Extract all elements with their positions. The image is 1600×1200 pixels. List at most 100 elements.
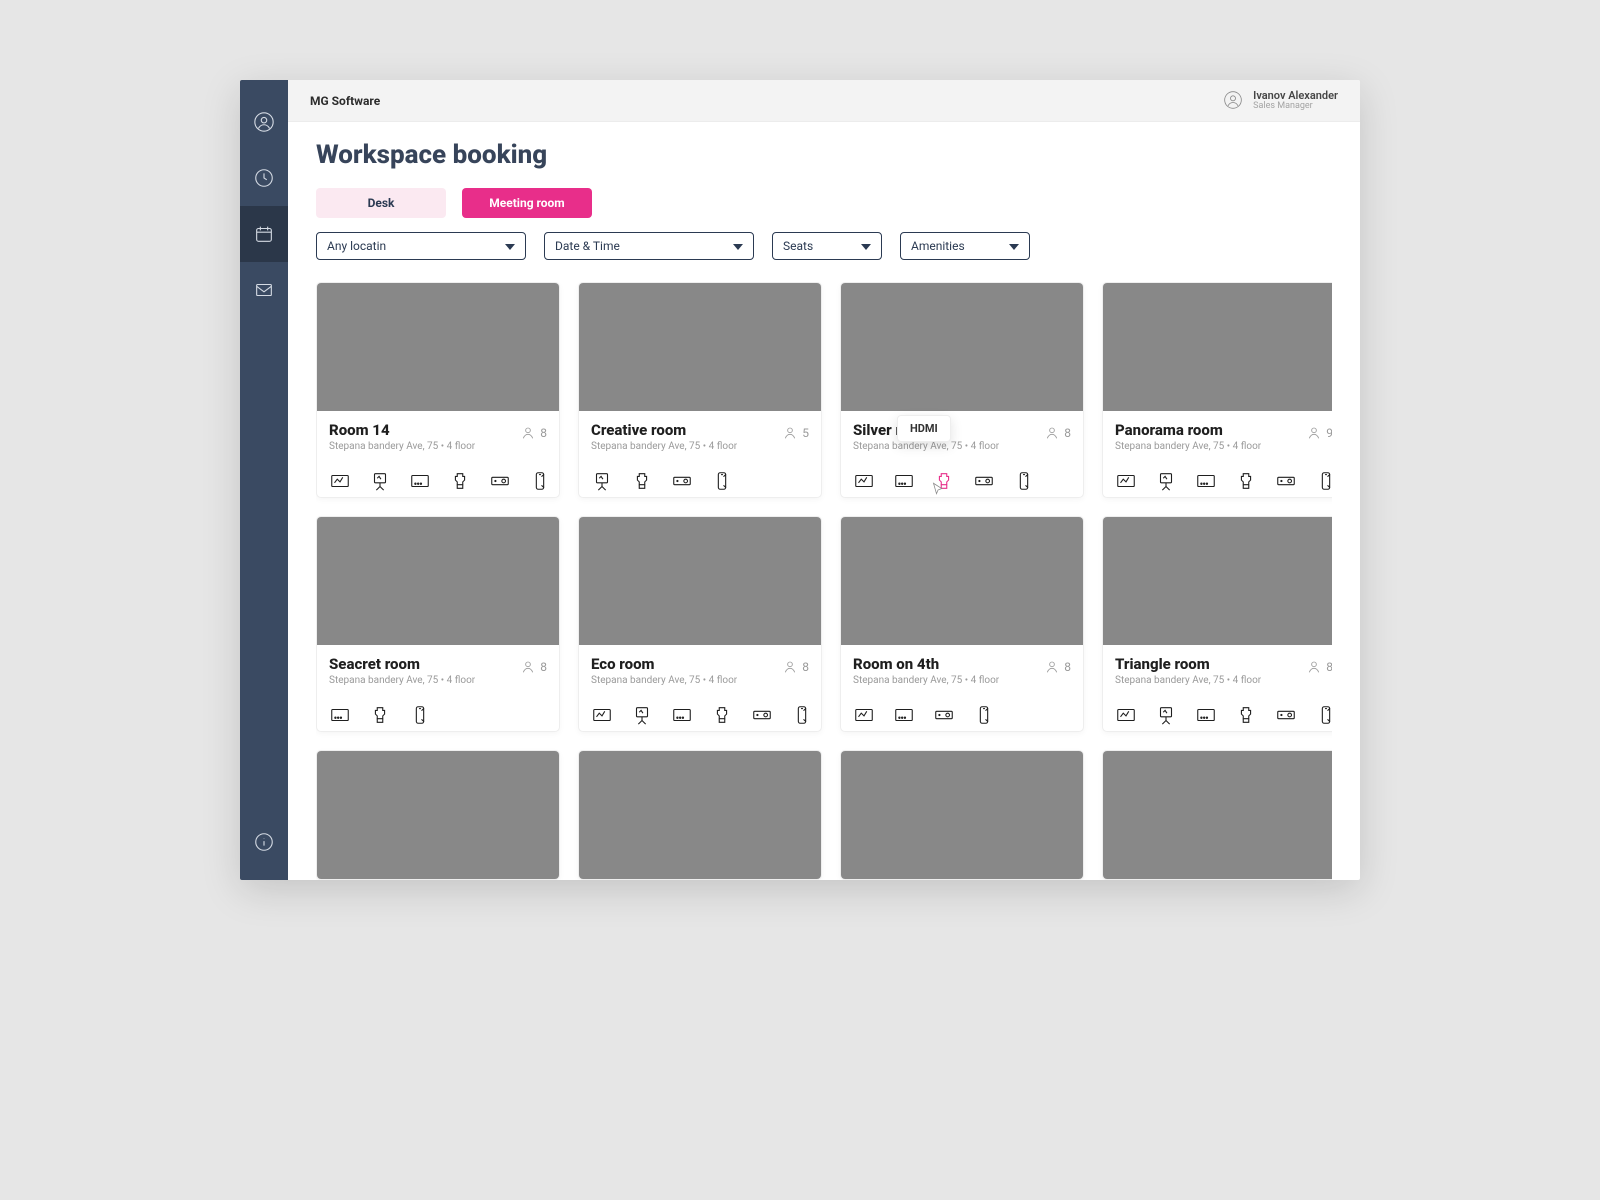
amenity-projector-icon[interactable] xyxy=(1275,470,1297,492)
app-window: MG Software Ivanov Alexander Sales Manag… xyxy=(240,80,1360,880)
amenity-projector-icon[interactable] xyxy=(1275,704,1297,726)
amenity-projector-icon[interactable] xyxy=(751,704,773,726)
room-capacity-value: 8 xyxy=(1064,426,1071,440)
mail-icon xyxy=(253,279,275,301)
tab-meeting-room[interactable]: Meeting room xyxy=(462,188,592,218)
room-body: Creative roomStepana bandery Ave, 75 • 4… xyxy=(579,411,821,498)
nav-info[interactable] xyxy=(240,814,288,870)
amenity-flipchart-icon[interactable] xyxy=(369,470,391,492)
filter-amenities[interactable]: Amenities xyxy=(900,232,1030,260)
amenity-phone-icon[interactable] xyxy=(529,470,551,492)
chevron-down-icon xyxy=(733,239,743,253)
amenity-hdmi-icon[interactable] xyxy=(933,470,955,492)
amenity-whiteboard-icon[interactable] xyxy=(853,704,875,726)
room-card[interactable]: Seacret room Stepana bandery Ave, 75 • 4 … xyxy=(316,516,560,732)
amenity-whiteboard-icon[interactable] xyxy=(329,470,351,492)
room-capacity-value: 9 xyxy=(1326,426,1332,440)
amenity-hdmi-icon[interactable] xyxy=(711,704,733,726)
amenity-projector-icon[interactable] xyxy=(933,704,955,726)
filter-seats-label: Seats xyxy=(783,239,813,253)
amenity-tv-icon[interactable] xyxy=(671,704,693,726)
tabs: Desk Meeting room xyxy=(316,188,1332,218)
room-name: Seacret room xyxy=(329,655,547,673)
room-capacity-value: 8 xyxy=(802,660,809,674)
room-address: Stepana bandery Ave, 75 • 4 floor xyxy=(329,675,547,686)
room-card[interactable] xyxy=(316,750,560,880)
amenity-phone-icon[interactable] xyxy=(711,470,733,492)
amenity-phone-icon[interactable] xyxy=(1315,470,1332,492)
room-capacity: 8 xyxy=(1306,659,1332,675)
room-address: Stepana bandery Ave, 75 • 4 floor xyxy=(853,441,1071,452)
nav-user[interactable] xyxy=(240,94,288,150)
room-capacity: 8 xyxy=(1044,659,1071,675)
amenity-whiteboard-icon[interactable] xyxy=(591,704,613,726)
room-card[interactable] xyxy=(1102,750,1332,880)
amenity-hdmi-icon[interactable] xyxy=(1235,470,1257,492)
room-card[interactable]: Eco roomStepana bandery Ave, 75 • 4 floo… xyxy=(578,516,822,732)
person-icon xyxy=(1306,659,1322,675)
room-name: Room 14 xyxy=(329,421,547,439)
amenities-row xyxy=(329,704,547,726)
room-name: Triangle room xyxy=(1115,655,1332,673)
room-body: Panorama roomStepana bandery Ave, 75 • 4… xyxy=(1103,411,1332,498)
room-capacity: 8 xyxy=(782,659,809,675)
room-address: Stepana bandery Ave, 75 • 4 floor xyxy=(1115,675,1332,686)
amenity-whiteboard-icon[interactable] xyxy=(1115,470,1137,492)
room-capacity: 9 xyxy=(1306,425,1332,441)
amenity-projector-icon[interactable] xyxy=(489,470,511,492)
amenity-phone-icon[interactable] xyxy=(1315,704,1332,726)
amenity-tv-icon[interactable] xyxy=(1195,704,1217,726)
calendar-icon xyxy=(253,223,275,245)
amenity-hdmi-icon[interactable] xyxy=(631,470,653,492)
room-card[interactable]: Room on 4thStepana bandery Ave, 75 • 4 f… xyxy=(840,516,1084,732)
person-icon xyxy=(520,425,536,441)
amenity-projector-icon[interactable] xyxy=(973,470,995,492)
chevron-down-icon xyxy=(861,239,871,253)
amenity-whiteboard-icon[interactable] xyxy=(1115,704,1137,726)
amenity-phone-icon[interactable] xyxy=(409,704,431,726)
nav-calendar[interactable] xyxy=(240,206,288,262)
amenity-whiteboard-icon[interactable] xyxy=(853,470,875,492)
room-photo xyxy=(841,517,1083,645)
room-card[interactable]: Triangle room Stepana bandery Ave, 75 • 4… xyxy=(1102,516,1332,732)
amenity-tv-icon[interactable] xyxy=(1195,470,1217,492)
amenity-flipchart-icon[interactable] xyxy=(1155,470,1177,492)
room-card[interactable] xyxy=(840,750,1084,880)
amenity-hdmi-icon[interactable] xyxy=(449,470,471,492)
sidebar xyxy=(240,80,288,880)
amenity-phone-icon[interactable] xyxy=(791,704,813,726)
amenity-tv-icon[interactable] xyxy=(893,704,915,726)
room-address: Stepana bandery Ave, 75 • 4 floor xyxy=(591,441,809,452)
room-card[interactable]: Creative roomStepana bandery Ave, 75 • 4… xyxy=(578,282,822,498)
chevron-down-icon xyxy=(505,239,515,253)
amenity-phone-icon[interactable] xyxy=(1013,470,1035,492)
room-name: Silver room xyxy=(853,421,1071,439)
user-ring-icon xyxy=(253,111,275,133)
amenity-projector-icon[interactable] xyxy=(671,470,693,492)
room-address: Stepana bandery Ave, 75 • 4 floor xyxy=(591,675,809,686)
amenities-row xyxy=(853,704,1071,726)
amenity-tv-icon[interactable] xyxy=(409,470,431,492)
filter-datetime[interactable]: Date & Time xyxy=(544,232,754,260)
amenity-phone-icon[interactable] xyxy=(973,704,995,726)
filter-seats[interactable]: Seats xyxy=(772,232,882,260)
amenity-hdmi-icon[interactable] xyxy=(369,704,391,726)
amenity-flipchart-icon[interactable] xyxy=(591,470,613,492)
nav-clock[interactable] xyxy=(240,150,288,206)
tab-desk[interactable]: Desk xyxy=(316,188,446,218)
room-card[interactable]: Silver room Stepana bandery Ave, 75 • 4 f… xyxy=(840,282,1084,498)
amenity-tv-icon[interactable] xyxy=(329,704,351,726)
amenity-hdmi-icon[interactable] xyxy=(1235,704,1257,726)
room-card[interactable]: Panorama roomStepana bandery Ave, 75 • 4… xyxy=(1102,282,1332,498)
room-card[interactable]: Room 14Stepana bandery Ave, 75 • 4 floor… xyxy=(316,282,560,498)
info-icon xyxy=(253,831,275,853)
room-photo xyxy=(1103,517,1332,645)
room-card[interactable] xyxy=(578,750,822,880)
amenity-tv-icon[interactable] xyxy=(893,470,915,492)
amenity-flipchart-icon[interactable] xyxy=(1155,704,1177,726)
amenity-flipchart-icon[interactable] xyxy=(631,704,653,726)
filter-location[interactable]: Any locatin xyxy=(316,232,526,260)
nav-mail[interactable] xyxy=(240,262,288,318)
room-name: Room on 4th xyxy=(853,655,1071,673)
user-chip[interactable]: Ivanov Alexander Sales Manager xyxy=(1223,90,1338,112)
